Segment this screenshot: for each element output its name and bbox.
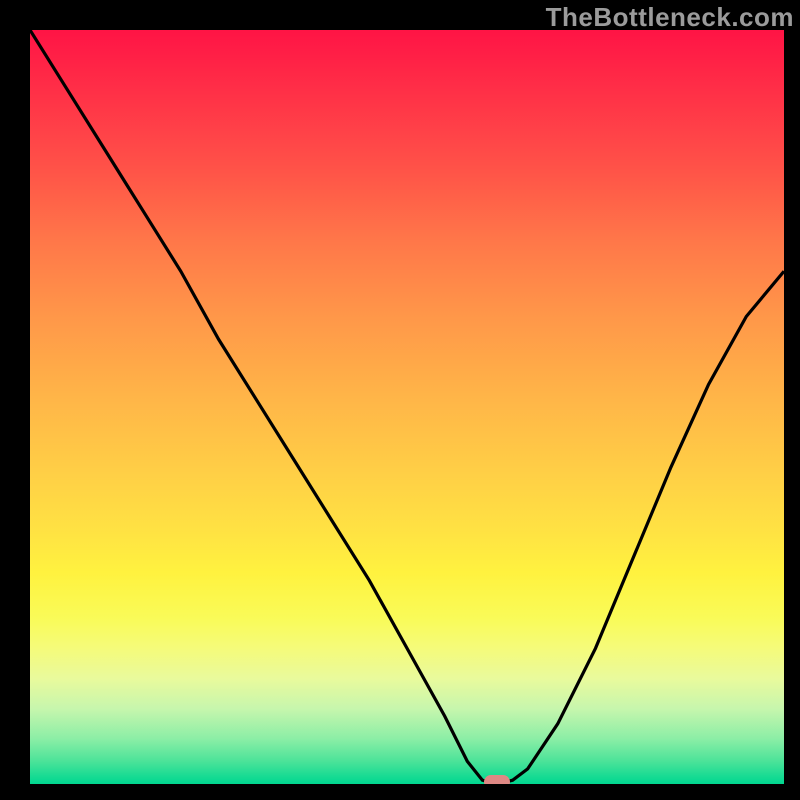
frame-border-left	[0, 0, 30, 800]
chart-container: TheBottleneck.com	[0, 0, 800, 800]
curve-path	[30, 30, 784, 784]
frame-border-right	[784, 0, 800, 800]
frame-border-bottom	[0, 784, 800, 800]
watermark-label: TheBottleneck.com	[546, 2, 794, 33]
bottleneck-curve	[30, 30, 784, 784]
